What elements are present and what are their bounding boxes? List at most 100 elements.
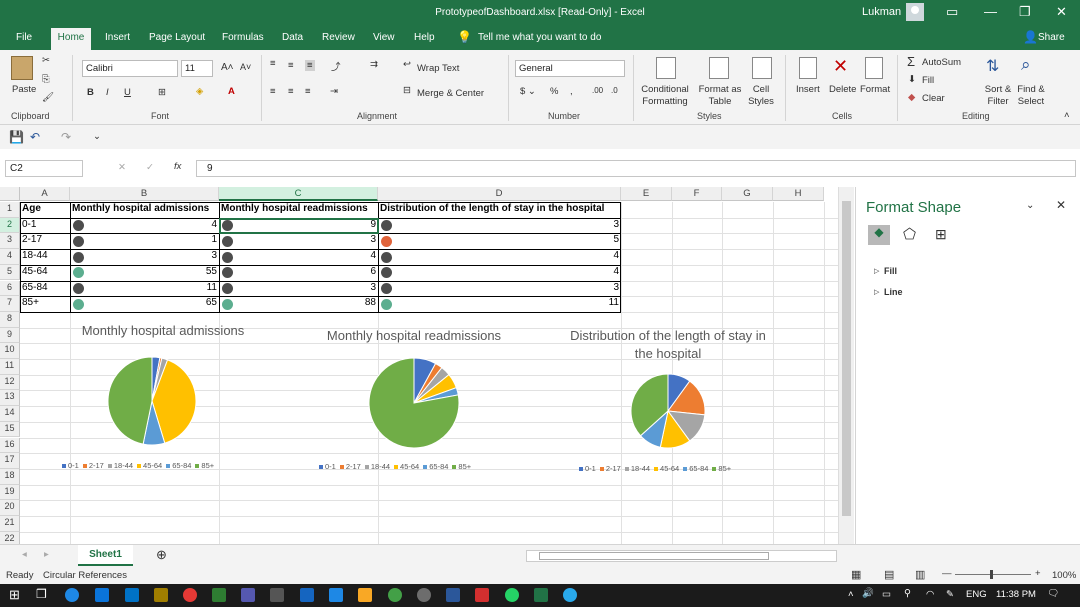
line-expand-icon[interactable]: ▷ xyxy=(874,288,879,296)
row-header-10[interactable]: 10 xyxy=(0,343,20,359)
clear-button[interactable]: Clear xyxy=(922,93,945,104)
number-format-select[interactable]: General xyxy=(515,60,625,77)
app-icon[interactable] xyxy=(212,588,226,602)
delete-cells-button[interactable]: Delete xyxy=(829,84,856,95)
cut-icon[interactable]: ✂ xyxy=(42,55,50,66)
save-icon[interactable]: 💾 xyxy=(9,130,24,144)
merge-center-button[interactable]: Merge & Center xyxy=(417,88,484,99)
row-header-4[interactable]: 4 xyxy=(0,249,20,265)
tab-file[interactable]: File xyxy=(16,32,32,43)
table-cell-age[interactable]: 2-17 xyxy=(20,234,70,250)
pen-icon[interactable]: ✎ xyxy=(946,589,954,600)
cell-styles-icon[interactable] xyxy=(752,57,772,79)
increase-decimal-icon[interactable]: .00 xyxy=(592,86,603,95)
pane-options-icon[interactable]: ⌄ xyxy=(1026,200,1034,211)
table-cell-value[interactable]: 3 xyxy=(378,282,621,298)
currency-icon[interactable]: $ ⌄ xyxy=(520,86,536,97)
insert-cells-button[interactable]: Insert xyxy=(796,84,820,95)
delete-cells-icon[interactable]: ✕ xyxy=(833,56,848,77)
fill-color-icon[interactable]: ◈ xyxy=(196,86,203,97)
row-header-13[interactable]: 13 xyxy=(0,390,20,407)
language-indicator[interactable]: ENG xyxy=(966,589,987,600)
user-name[interactable]: Lukman xyxy=(862,6,901,18)
format-cells-icon[interactable] xyxy=(865,57,883,79)
row-header-11[interactable]: 11 xyxy=(0,359,20,375)
row-header-21[interactable]: 21 xyxy=(0,516,20,532)
font-color-icon[interactable]: A xyxy=(228,86,235,97)
table-cell-age[interactable]: 85+ xyxy=(20,297,70,313)
status-circular-references[interactable]: Circular References xyxy=(43,570,127,581)
row-header-16[interactable]: 16 xyxy=(0,437,20,454)
row-header-14[interactable]: 14 xyxy=(0,406,20,422)
wrap-text-icon[interactable]: ↩ xyxy=(403,59,411,70)
table-cell-value[interactable]: 4 xyxy=(378,250,621,266)
zoom-level[interactable]: 100% xyxy=(1052,570,1076,581)
row-header-18[interactable]: 18 xyxy=(0,468,20,485)
wifi-icon[interactable]: ◠ xyxy=(926,589,934,600)
paste-icon[interactable] xyxy=(11,56,33,80)
format-painter-icon[interactable]: 🖌 xyxy=(42,92,54,103)
tab-data[interactable]: Data xyxy=(282,32,303,43)
conditional-formatting-button[interactable]: Conditional Formatting xyxy=(640,84,690,108)
store-icon[interactable] xyxy=(95,588,109,602)
table-header-cell[interactable]: Monthly hospital readmissions xyxy=(219,203,378,219)
align-top-icon[interactable]: ≡ xyxy=(270,58,276,69)
column-header-h[interactable]: H xyxy=(773,187,824,201)
h-scroll-thumb[interactable] xyxy=(539,552,769,560)
column-header-e[interactable]: E xyxy=(621,187,672,201)
underline-icon[interactable]: U xyxy=(124,87,131,98)
autosum-button[interactable]: AutoSum xyxy=(922,57,961,68)
chart-legend[interactable]: 0-1 2-17 18-44 45-64 65-84 85+ xyxy=(58,461,214,470)
column-header-d[interactable]: D xyxy=(378,187,621,201)
table-cell-value[interactable]: 4 xyxy=(378,266,621,282)
scroll-thumb[interactable] xyxy=(842,201,851,516)
zoom-slider[interactable] xyxy=(955,574,1031,575)
fill-expand-icon[interactable]: ▷ xyxy=(874,267,879,275)
app-icon[interactable] xyxy=(300,588,314,602)
table-header-cell[interactable]: Distribution of the length of stay in th… xyxy=(378,203,621,219)
zoom-slider-thumb[interactable] xyxy=(990,570,993,579)
tray-chevron-icon[interactable]: ˄ xyxy=(848,589,854,600)
sheet-tab-sheet1[interactable]: Sheet1 xyxy=(78,545,133,566)
align-middle-icon[interactable]: ≡ xyxy=(288,60,294,71)
telegram-icon[interactable] xyxy=(563,588,577,602)
outlook-icon[interactable] xyxy=(125,588,139,602)
table-cell-age[interactable]: 45-64 xyxy=(20,266,70,282)
app-icon[interactable] xyxy=(388,588,402,602)
acrobat-icon[interactable] xyxy=(475,588,489,602)
select-all-corner[interactable] xyxy=(0,187,20,201)
table-cell-value[interactable]: 3 xyxy=(378,219,621,235)
column-header-g[interactable]: G xyxy=(722,187,773,201)
align-left-icon[interactable]: ≡ xyxy=(270,86,276,97)
tab-page-layout[interactable]: Page Layout xyxy=(149,32,205,43)
table-cell-value[interactable]: 3 xyxy=(219,282,378,298)
edge-icon[interactable] xyxy=(65,588,79,602)
align-bottom-icon[interactable]: ≡ xyxy=(305,60,315,71)
row-header-8[interactable]: 8 xyxy=(0,311,20,328)
close-pane-icon[interactable]: ✕ xyxy=(1056,198,1066,212)
app-fw-icon[interactable] xyxy=(154,588,168,602)
table-cell-age[interactable]: 0-1 xyxy=(20,219,70,235)
table-cell-value[interactable]: 3 xyxy=(70,250,219,266)
merge-icon[interactable]: ⊟ xyxy=(403,85,411,96)
network-icon[interactable]: ⚲ xyxy=(904,588,911,599)
redo-icon[interactable]: ↷ xyxy=(61,130,71,144)
fill-button[interactable]: Fill xyxy=(922,75,934,86)
bold-icon[interactable]: B xyxy=(87,87,94,98)
zoom-out-icon[interactable]: — xyxy=(942,568,952,579)
clear-icon[interactable]: ◆ xyxy=(908,92,915,103)
tab-review[interactable]: Review xyxy=(322,32,355,43)
column-header-b[interactable]: B xyxy=(70,187,219,201)
conditional-formatting-icon[interactable] xyxy=(656,57,676,79)
table-header-cell[interactable]: Monthly hospital admissions xyxy=(70,203,219,219)
format-cells-button[interactable]: Format xyxy=(860,84,890,95)
row-header-6[interactable]: 6 xyxy=(0,280,20,297)
table-cell-value[interactable]: 6 xyxy=(219,266,378,282)
percent-icon[interactable]: % xyxy=(550,86,558,97)
vscode-icon[interactable] xyxy=(329,588,343,602)
collapse-ribbon-icon[interactable]: ˄ xyxy=(1064,110,1070,121)
table-cell-value[interactable]: 9 xyxy=(219,219,378,235)
fill-line-icon[interactable]: ◆ xyxy=(868,225,890,245)
paste-button[interactable]: Paste xyxy=(12,84,36,95)
indent-icon[interactable]: ⇥ xyxy=(330,86,338,97)
